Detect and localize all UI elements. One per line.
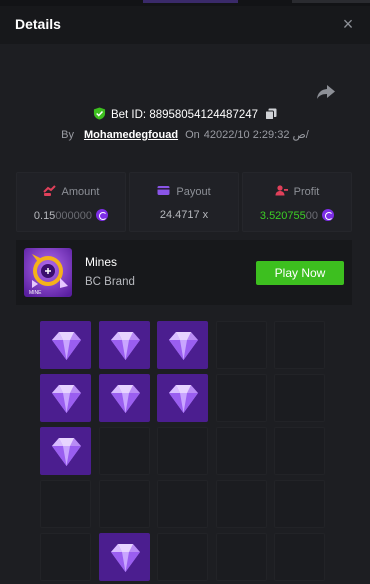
shield-check-icon <box>93 107 106 120</box>
mine-cell-gem <box>40 321 91 369</box>
mine-cell-empty <box>216 533 267 581</box>
profit-value-trailing: 00 <box>305 210 319 222</box>
user-profit-icon <box>275 185 288 196</box>
profit-value-row: 3.52075500 <box>243 209 351 222</box>
share-icon[interactable] <box>316 84 336 100</box>
profit-label-row: Profit <box>243 185 351 198</box>
amount-value-row: 0.15000000 <box>17 209 125 222</box>
mine-cell-empty <box>274 374 325 422</box>
gem-icon <box>52 332 81 360</box>
mine-cell-gem <box>99 374 150 422</box>
payout-label: Payout <box>176 186 211 198</box>
top-bar <box>292 0 370 3</box>
on-label: On <box>185 129 200 141</box>
game-name: Mines <box>85 255 118 269</box>
amount-stat: Amount 0.15000000 <box>16 172 126 232</box>
payout-value: 24.4717 x <box>159 209 209 221</box>
bet-datetime: 4ص 2:29:32 2022/10/ <box>203 129 309 141</box>
gem-icon <box>111 385 140 413</box>
bet-id-value: 88958054124487247 <box>149 109 259 121</box>
thumb-label: MINE <box>29 290 42 296</box>
bet-id-line: Bet ID: 88958054124487247 <box>0 107 370 125</box>
mine-cell-empty <box>274 480 325 528</box>
username-link[interactable]: Mohamedegfouad <box>84 129 178 141</box>
gem-icon <box>52 438 81 466</box>
mine-cell-empty <box>274 427 325 475</box>
gem-icon <box>111 544 140 572</box>
mine-cell-empty <box>99 480 150 528</box>
dialog-title: Details <box>15 16 61 32</box>
game-brand: BC Brand <box>85 276 135 288</box>
stats-row: Amount 0.15000000 Payout 24.4717 x Profi… <box>16 172 352 232</box>
mine-cell-gem <box>157 374 208 422</box>
play-now-button[interactable]: Play Now <box>256 261 344 285</box>
mine-cell-empty <box>216 321 267 369</box>
byline: By Mohamedegfouad On 4ص 2:29:32 2022/10/ <box>0 128 370 141</box>
profit-stat: Profit 3.52075500 <box>242 172 352 232</box>
mine-cell-empty <box>216 480 267 528</box>
profit-value: 3.520755 <box>259 210 306 222</box>
mine-cell-gem <box>157 321 208 369</box>
mine-cell-empty <box>99 427 150 475</box>
mine-cell-gem <box>40 374 91 422</box>
mine-cell-empty <box>216 427 267 475</box>
gem-icon <box>169 332 198 360</box>
bet-id-label: Bet ID: <box>110 109 147 121</box>
dialog-header: Details × <box>0 6 370 44</box>
mine-cell-empty <box>40 533 91 581</box>
amount-value: 0.15 <box>33 210 56 222</box>
mine-cell-empty <box>157 480 208 528</box>
wallet-icon <box>157 186 170 195</box>
mine-cell-empty <box>157 533 208 581</box>
amount-label: Amount <box>61 186 100 198</box>
copy-icon[interactable] <box>265 108 277 120</box>
profit-label: Profit <box>293 186 320 198</box>
mine-cell-empty <box>274 321 325 369</box>
mine-cell-empty <box>216 374 267 422</box>
gem-icon <box>52 385 81 413</box>
mine-cell-gem <box>99 533 150 581</box>
close-icon[interactable]: × <box>339 15 357 33</box>
mines-game-thumbnail[interactable]: MINE <box>24 248 72 297</box>
mine-cell-empty <box>40 480 91 528</box>
amount-value-trailing: 000000 <box>55 210 93 222</box>
gem-icon <box>111 332 140 360</box>
payout-stat: Payout 24.4717 x <box>129 172 239 232</box>
coins-icon <box>42 185 56 196</box>
gem-icon <box>169 385 198 413</box>
mine-cell-gem <box>99 321 150 369</box>
payout-label-row: Payout <box>130 185 238 198</box>
bc-coin-icon <box>96 209 109 221</box>
mine-cell-gem <box>40 427 91 475</box>
amount-label-row: Amount <box>17 185 125 198</box>
mine-cell-empty <box>274 533 325 581</box>
top-accent-bar <box>143 0 238 3</box>
game-card: MINE Mines BC Brand Play Now <box>16 240 352 305</box>
by-label: By <box>61 129 74 141</box>
bc-coin-icon <box>322 209 335 221</box>
mine-cell-empty <box>157 427 208 475</box>
